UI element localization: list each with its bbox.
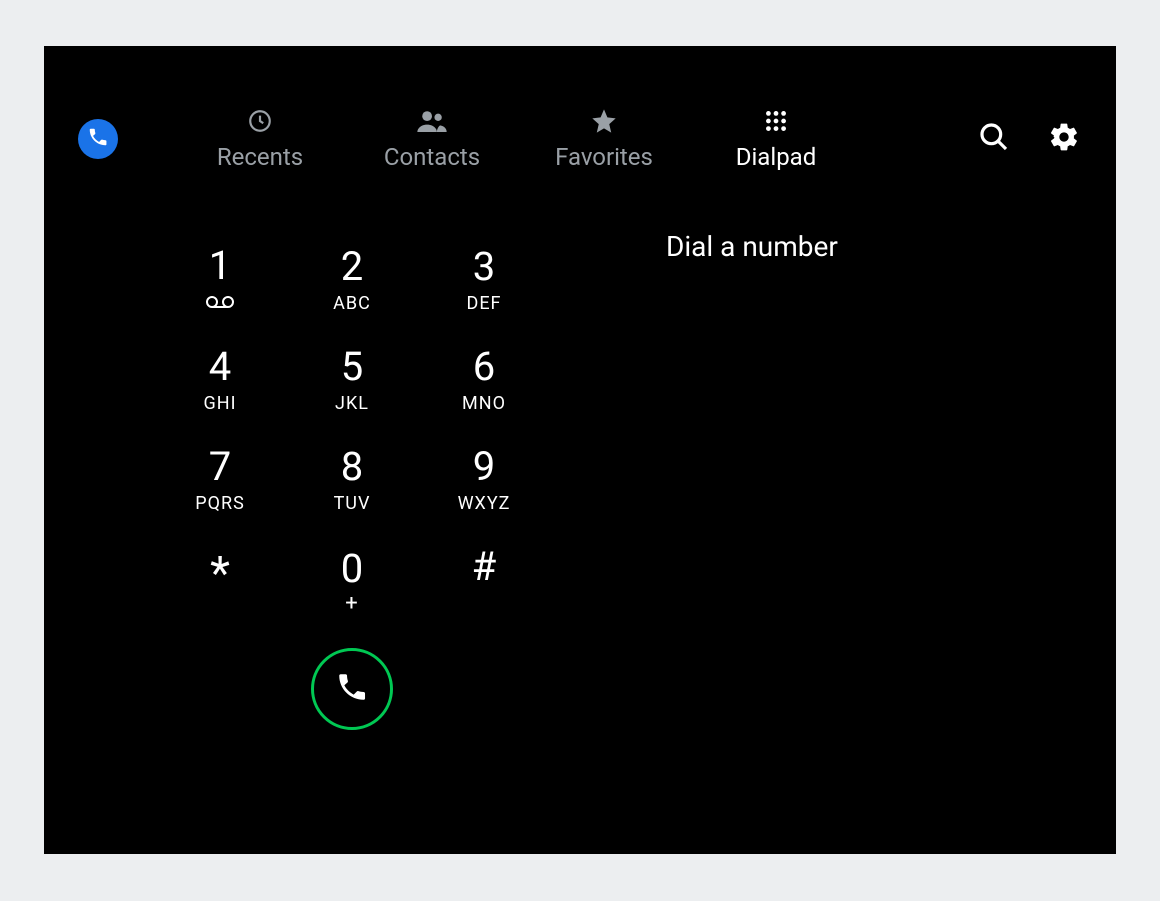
tab-recents-label: Recents — [217, 143, 303, 171]
key-4[interactable]: 4 GHI — [154, 330, 286, 430]
key-2[interactable]: 2 ABC — [286, 230, 418, 330]
top-right-actions — [976, 121, 1082, 157]
key-7-digit: 7 — [209, 447, 231, 487]
key-4-sub: GHI — [204, 393, 237, 413]
top-bar: Recents Contacts Favorites — [44, 94, 1116, 184]
tab-dialpad-label: Dialpad — [736, 143, 817, 171]
phone-icon — [87, 126, 109, 152]
key-0-digit: 0 — [341, 549, 363, 589]
key-5-digit: 5 — [341, 347, 363, 387]
key-3-sub: DEF — [467, 293, 502, 313]
people-icon — [417, 107, 447, 135]
key-3[interactable]: 3 DEF — [418, 230, 550, 330]
info-panel: Dial a number — [604, 216, 1116, 854]
search-icon — [978, 121, 1010, 157]
key-9-sub: WXYZ — [458, 493, 511, 513]
tabs-bar: Recents Contacts Favorites — [174, 107, 862, 171]
dialpad-icon — [763, 107, 789, 135]
key-9-digit: 9 — [473, 447, 495, 487]
dial-prompt: Dial a number — [666, 230, 1116, 263]
dialpad: 1 2 ABC 3 DEF 4 GHI — [44, 216, 604, 854]
star-icon — [590, 107, 618, 135]
key-star-digit: * — [210, 537, 230, 597]
phone-icon — [335, 670, 369, 708]
key-8-digit: 8 — [341, 447, 363, 487]
key-7-sub: PQRS — [195, 493, 245, 513]
key-7[interactable]: 7 PQRS — [154, 430, 286, 530]
tab-recents[interactable]: Recents — [174, 107, 346, 171]
key-5[interactable]: 5 JKL — [286, 330, 418, 430]
main-area: 1 2 ABC 3 DEF 4 GHI — [44, 216, 1116, 854]
key-2-sub: ABC — [333, 293, 371, 313]
key-9[interactable]: 9 WXYZ — [418, 430, 550, 530]
tab-favorites[interactable]: Favorites — [518, 107, 690, 171]
key-1[interactable]: 1 — [154, 230, 286, 330]
search-button[interactable] — [976, 121, 1012, 157]
key-6[interactable]: 6 MNO — [418, 330, 550, 430]
call-button[interactable] — [311, 648, 393, 730]
tab-dialpad[interactable]: Dialpad — [690, 107, 862, 171]
key-4-digit: 4 — [209, 347, 231, 387]
key-2-digit: 2 — [341, 247, 363, 287]
gear-icon — [1048, 121, 1080, 157]
key-6-digit: 6 — [473, 347, 495, 387]
key-hash-digit: # — [472, 547, 497, 587]
settings-button[interactable] — [1046, 121, 1082, 157]
phone-app-window: Recents Contacts Favorites — [44, 46, 1116, 854]
key-8[interactable]: 8 TUV — [286, 430, 418, 530]
key-hash[interactable]: # — [418, 530, 550, 630]
voicemail-icon — [206, 294, 234, 314]
tab-contacts-label: Contacts — [384, 143, 480, 171]
tab-contacts[interactable]: Contacts — [346, 107, 518, 171]
key-0[interactable]: 0 + — [286, 530, 418, 630]
tab-favorites-label: Favorites — [555, 143, 653, 171]
key-5-sub: JKL — [335, 393, 369, 413]
key-3-digit: 3 — [473, 247, 495, 287]
key-star[interactable]: * — [154, 530, 286, 630]
key-6-sub: MNO — [462, 393, 506, 413]
phone-app-badge — [78, 119, 118, 159]
clock-icon — [247, 107, 273, 135]
key-8-sub: TUV — [334, 493, 371, 513]
key-0-sub: + — [345, 591, 358, 611]
key-1-digit: 1 — [209, 246, 231, 286]
